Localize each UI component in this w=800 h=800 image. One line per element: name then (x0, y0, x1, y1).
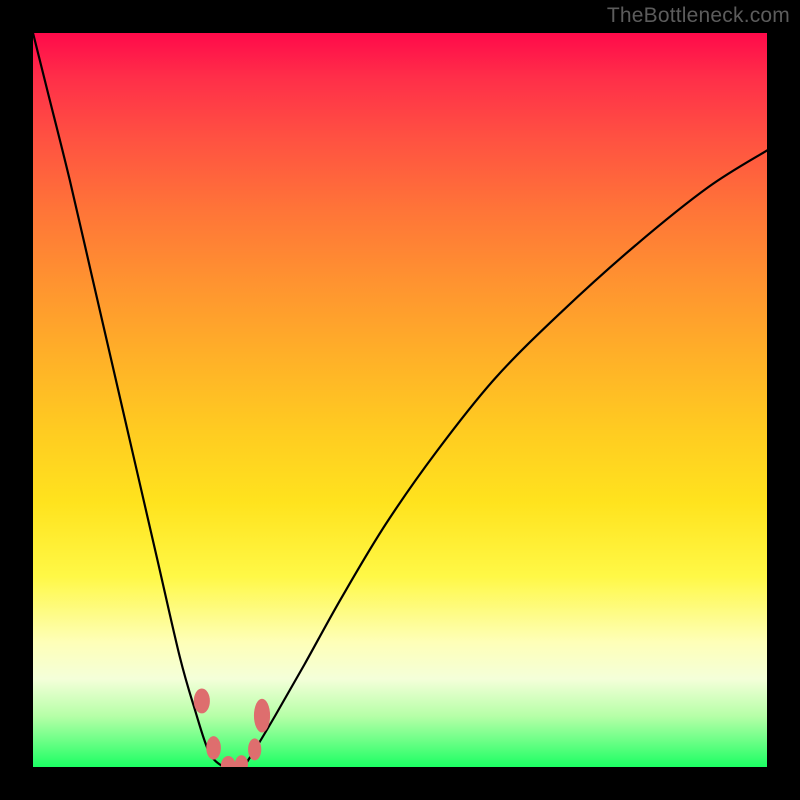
curve-marker (194, 688, 210, 713)
curve-marker (221, 756, 236, 767)
curve-marker (254, 699, 270, 733)
attribution-text: TheBottleneck.com (607, 4, 790, 28)
marker-layer (194, 688, 270, 767)
bottleneck-plot (33, 33, 767, 767)
plot-svg (33, 33, 767, 767)
curve-marker (206, 736, 221, 759)
bottleneck-curve (33, 33, 767, 767)
curve-marker (235, 755, 248, 767)
curve-layer (33, 33, 767, 767)
curve-marker (248, 738, 261, 760)
outer-frame: TheBottleneck.com (0, 0, 800, 800)
